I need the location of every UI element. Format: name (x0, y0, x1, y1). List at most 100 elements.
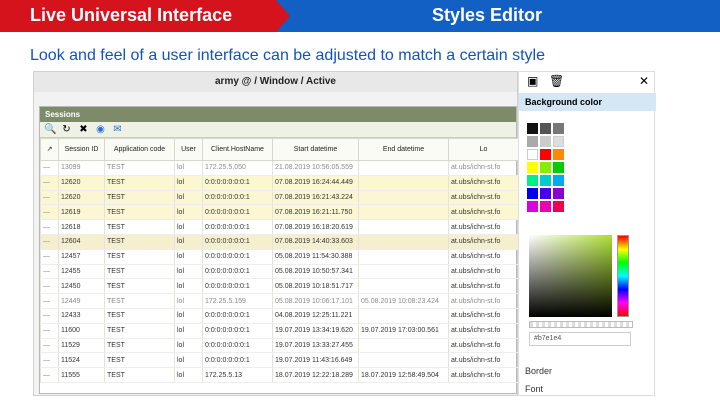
close-icon[interactable]: ✕ (639, 74, 649, 88)
sessions-panel: Sessions 🔍 ↻ ✖ ◉ ✉ ↗ Session ID Applicat… (39, 106, 519, 394)
cell-user: lol (174, 219, 203, 235)
cell-app: TEST (104, 175, 175, 191)
cell-host: 0:0:0:0:0:0:0:1 (202, 323, 273, 339)
col-header[interactable]: Client.HostName (202, 138, 273, 161)
color-swatch[interactable] (553, 188, 564, 199)
sessions-header: Sessions (40, 107, 516, 122)
app-window: army @ / Window / Active Sessions 🔍 ↻ ✖ … (33, 71, 519, 396)
table-row[interactable]: —12433 TEST lol 0:0:0:0:0:0:0:1 04.08.2019 1… (40, 308, 519, 324)
save-icon[interactable]: ▣ (527, 74, 538, 88)
cell-loc: at.ubs/ichn-st.fo (448, 323, 519, 339)
cell-end (358, 234, 449, 250)
col-header[interactable]: Start datetime (272, 138, 359, 161)
refresh-icon[interactable]: ↻ (61, 124, 72, 135)
cell-host: 0:0:0:0:0:0:0:1 (202, 278, 273, 295)
close-icon[interactable]: ✖ (78, 124, 89, 135)
col-header[interactable]: ↗ (40, 138, 59, 161)
trash-icon[interactable]: 🗑 (549, 74, 564, 88)
color-swatch[interactable] (527, 188, 538, 199)
color-swatch[interactable] (553, 175, 564, 186)
cell-user: lol (174, 160, 203, 176)
color-swatch[interactable] (553, 149, 564, 160)
table-row[interactable]: —12618 TEST lol 0:0:0:0:0:0:0:1 07.08.2019 1… (40, 219, 519, 235)
binoculars-icon[interactable]: 🔍 (44, 124, 56, 135)
color-swatch[interactable] (540, 149, 551, 160)
color-swatch[interactable] (553, 136, 564, 147)
cell-user: lol (174, 190, 203, 206)
cell-user: lol (174, 175, 203, 191)
saturation-value-picker[interactable] (529, 235, 612, 317)
cell-loc: at.ubs/ichn-st.fo (448, 160, 519, 176)
sessions-table: ↗ Session ID Application code User Clien… (40, 138, 519, 383)
banner-left-title: Live Universal Interface (30, 5, 233, 25)
cell-loc: at.ubs/ichn-st.fo (448, 293, 519, 309)
table-row[interactable]: —11555 TEST lol 172.25.5.13 18.07.2019 12:22… (40, 367, 519, 383)
cell-app: TEST (104, 204, 175, 221)
cell-end (358, 219, 449, 235)
table-row[interactable]: —12604 TEST lol 0:0:0:0:0:0:0:1 07.08.2019 1… (40, 234, 519, 250)
color-swatch[interactable] (540, 123, 551, 134)
col-header[interactable]: End datetime (358, 138, 449, 161)
font-section[interactable]: Font (525, 384, 543, 394)
cell-end (358, 338, 449, 354)
table-row[interactable]: —12620 TEST lol 0:0:0:0:0:0:0:1 07.08.2019 1… (40, 190, 519, 206)
color-swatch[interactable] (540, 162, 551, 173)
table-row[interactable]: —12455 TEST lol 0:0:0:0:0:0:0:1 05.08.2019 1… (40, 264, 519, 280)
cell-app: TEST (104, 367, 175, 383)
cell-user: lol (174, 249, 203, 265)
cell-end: 05.08.2019 10:08:23.424 (358, 293, 449, 309)
cell-host: 0:0:0:0:0:0:0:1 (202, 204, 273, 221)
col-header[interactable]: Lo (448, 138, 519, 161)
table-row[interactable]: —12619 TEST lol 0:0:0:0:0:0:0:1 07.08.2019 1… (40, 204, 519, 221)
color-swatch[interactable] (527, 136, 538, 147)
color-swatch[interactable] (527, 162, 538, 173)
cell-user: lol (174, 308, 203, 324)
hex-color-input[interactable]: #b7e1e4 (529, 332, 631, 346)
table-header-row: ↗ Session ID Application code User Clien… (40, 138, 519, 161)
color-swatch[interactable] (553, 123, 564, 134)
table-row[interactable]: —11524 TEST lol 0:0:0:0:0:0:0:1 19.07.2019 1… (40, 352, 519, 369)
col-header[interactable]: Session ID (58, 138, 105, 161)
slide-subtitle: Look and feel of a user interface can be… (30, 47, 545, 64)
color-swatch[interactable] (527, 149, 538, 160)
cell-user: lol (174, 323, 203, 339)
background-color-section[interactable]: Background color (519, 93, 656, 111)
cell-end (358, 175, 449, 191)
cell-id: 12449 (58, 293, 105, 309)
cell-end (358, 278, 449, 295)
col-header[interactable]: User (174, 138, 203, 161)
cell-start: 19.07.2019 11:43:16.649 (272, 352, 359, 369)
color-swatch[interactable] (540, 201, 551, 212)
row-marker: — (40, 352, 59, 369)
table-row[interactable]: —11529 TEST lol 0:0:0:0:0:0:0:1 19.07.2019 1… (40, 338, 519, 354)
color-swatch[interactable] (527, 175, 538, 186)
alpha-slider[interactable] (529, 321, 633, 328)
table-row[interactable]: —12449 TEST lol 172.25.5.159 05.08.2019 10:0… (40, 293, 519, 309)
cell-start: 07.08.2019 16:21:43.224 (272, 190, 359, 206)
cell-loc: at.ubs/ichn-st.fo (448, 367, 519, 383)
color-swatch[interactable] (540, 136, 551, 147)
cell-app: TEST (104, 338, 175, 354)
color-swatch[interactable] (553, 201, 564, 212)
table-row[interactable]: —12450 TEST lol 0:0:0:0:0:0:0:1 05.08.2019 1… (40, 278, 519, 295)
hue-slider[interactable] (617, 235, 629, 317)
table-row[interactable]: —13099 TEST lol 172.25.5.050 21.08.2019 10:5… (40, 160, 519, 176)
info-icon[interactable]: ◉ (95, 124, 106, 135)
color-swatch[interactable] (540, 175, 551, 186)
cell-loc: at.ubs/ichn-st.fo (448, 308, 519, 324)
border-section[interactable]: Border (525, 366, 552, 376)
cell-start: 21.08.2019 10:56:05.559 (272, 160, 359, 176)
cell-end: 19.07.2019 17:03:00.561 (358, 323, 449, 339)
cell-loc: at.ubs/ichn-st.fo (448, 264, 519, 280)
color-swatch[interactable] (527, 201, 538, 212)
cell-host: 0:0:0:0:0:0:0:1 (202, 234, 273, 250)
table-row[interactable]: —12457 TEST lol 0:0:0:0:0:0:0:1 05.08.2019 1… (40, 249, 519, 265)
color-swatch[interactable] (540, 188, 551, 199)
table-row[interactable]: —12620 TEST lol 0:0:0:0:0:0:0:1 07.08.2019 1… (40, 175, 519, 191)
table-row[interactable]: —11600 TEST lol 0:0:0:0:0:0:0:1 19.07.2019 1… (40, 323, 519, 339)
color-swatch[interactable] (553, 162, 564, 173)
color-swatch[interactable] (527, 123, 538, 134)
mail-icon[interactable]: ✉ (112, 124, 123, 135)
cell-loc: at.ubs/ichn-st.fo (448, 249, 519, 265)
col-header[interactable]: Application code (104, 138, 175, 161)
